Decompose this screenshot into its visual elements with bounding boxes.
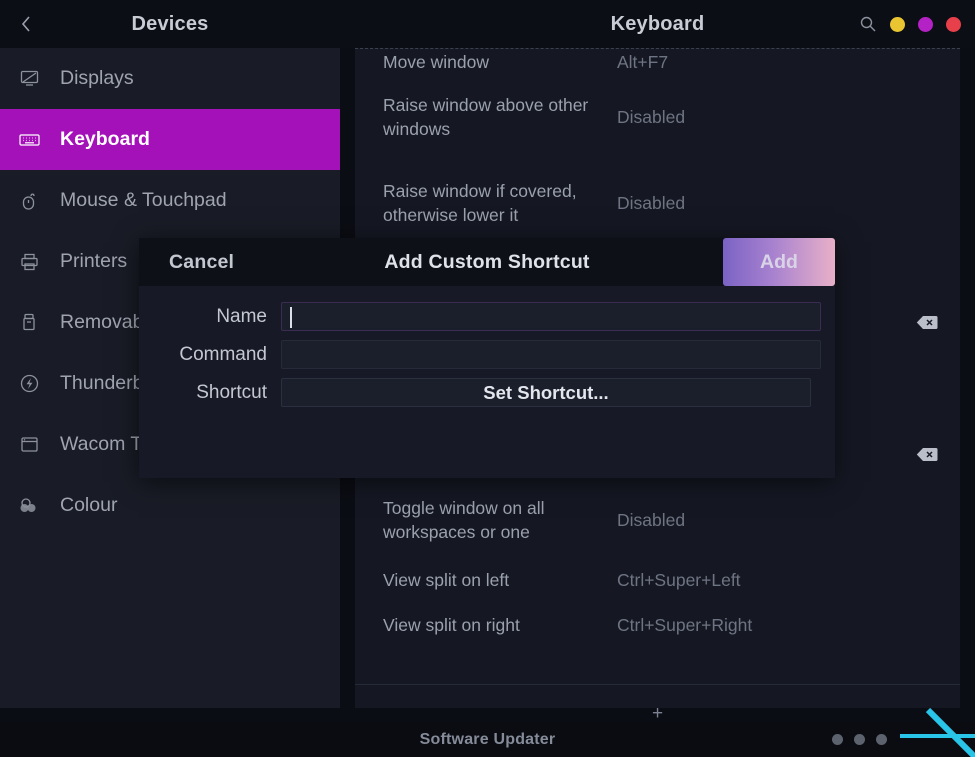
close-button[interactable]	[946, 17, 961, 32]
search-icon[interactable]	[859, 15, 877, 33]
command-input[interactable]	[281, 340, 821, 369]
dialog-header: Cancel Add Custom Shortcut Add	[139, 238, 835, 286]
shortcut-name: Move window	[355, 50, 617, 74]
add-button[interactable]: Add	[723, 238, 835, 286]
sidebar-item-label: Keyboard	[60, 128, 150, 151]
table-row[interactable]: Toggle window on all workspaces or one D…	[355, 496, 960, 544]
taskbar-app-label[interactable]: Software Updater	[420, 731, 556, 749]
page-title-devices: Devices	[0, 13, 340, 36]
thunderbolt-icon	[16, 373, 42, 395]
table-row[interactable]: Raise window if covered, otherwise lower…	[355, 179, 960, 227]
monitor-icon	[16, 68, 42, 90]
text-caret	[290, 307, 292, 328]
taskbar-dot[interactable]	[854, 734, 865, 745]
shortcut-name: Raise window above other windows	[355, 93, 617, 141]
backspace-delete-icon[interactable]	[916, 314, 938, 330]
titlebar-right: Keyboard	[340, 0, 975, 48]
sidebar-item-keyboard[interactable]: Keyboard	[0, 109, 340, 170]
window-controls	[859, 0, 961, 48]
usb-drive-icon	[16, 312, 42, 334]
shortcut-name: Toggle window on all workspaces or one	[355, 496, 617, 544]
name-field-row: Name	[139, 302, 835, 331]
name-input[interactable]	[281, 302, 821, 331]
shortcut-name: Raise window if covered, otherwise lower…	[355, 179, 617, 227]
panel-bottom-divider	[355, 684, 960, 685]
taskbar-indicator-dots	[832, 722, 887, 757]
titlebar: Devices Keyboard	[0, 0, 975, 48]
name-label: Name	[139, 306, 281, 328]
sidebar-item-mouse-touchpad[interactable]: Mouse & Touchpad	[0, 170, 340, 231]
table-row[interactable]: Move window Alt+F7	[355, 50, 960, 74]
page-title-keyboard: Keyboard	[611, 13, 705, 36]
printer-icon	[16, 251, 42, 273]
command-label: Command	[139, 344, 281, 366]
dialog-body: Name Command Shortcut Set Shortcut...	[139, 286, 835, 407]
add-custom-shortcut-dialog: Cancel Add Custom Shortcut Add Name Comm…	[139, 238, 835, 478]
maximize-button[interactable]	[918, 17, 933, 32]
tablet-icon	[16, 434, 42, 456]
shortcut-field-row: Shortcut Set Shortcut...	[139, 378, 835, 407]
shortcut-value: Disabled	[617, 191, 960, 215]
command-field-row: Command	[139, 340, 835, 369]
settings-window: Devices Keyboard Displays	[0, 0, 975, 757]
shortcut-name: View split on right	[355, 613, 617, 637]
titlebar-left: Devices	[0, 0, 340, 48]
backspace-delete-icon[interactable]	[916, 446, 938, 462]
mouse-icon	[16, 190, 42, 212]
sidebar-item-label: Mouse & Touchpad	[60, 189, 227, 212]
shortcut-value: Ctrl+Super+Left	[617, 568, 960, 592]
sidebar-item-label: Colour	[60, 494, 117, 517]
chevron-left-icon[interactable]	[14, 12, 38, 36]
shortcut-value: Ctrl+Super+Right	[617, 613, 960, 637]
shortcut-value: Disabled	[617, 508, 960, 532]
set-shortcut-button[interactable]: Set Shortcut...	[281, 378, 811, 407]
shortcut-value: Alt+F7	[617, 50, 960, 74]
table-row[interactable]: Raise window above other windows Disable…	[355, 93, 960, 141]
sidebar-item-label: Printers	[60, 250, 127, 273]
taskbar-dot[interactable]	[832, 734, 843, 745]
shortcut-value: Disabled	[617, 105, 960, 129]
shortcut-name: View split on left	[355, 568, 617, 592]
sidebar-item-displays[interactable]: Displays	[0, 48, 340, 109]
keyboard-icon	[16, 129, 42, 151]
taskbar-dot[interactable]	[876, 734, 887, 745]
table-row[interactable]: View split on right Ctrl+Super+Right	[355, 613, 960, 637]
panel-top-divider	[355, 48, 960, 49]
cancel-button[interactable]: Cancel	[169, 251, 234, 274]
colour-disc-icon	[16, 495, 42, 517]
shortcut-label: Shortcut	[139, 382, 281, 404]
sidebar-item-label: Displays	[60, 67, 134, 90]
minimize-button[interactable]	[890, 17, 905, 32]
sidebar-item-colour[interactable]: Colour	[0, 475, 340, 536]
taskbar: Software Updater	[0, 722, 975, 757]
table-row[interactable]: View split on left Ctrl+Super+Left	[355, 568, 960, 592]
